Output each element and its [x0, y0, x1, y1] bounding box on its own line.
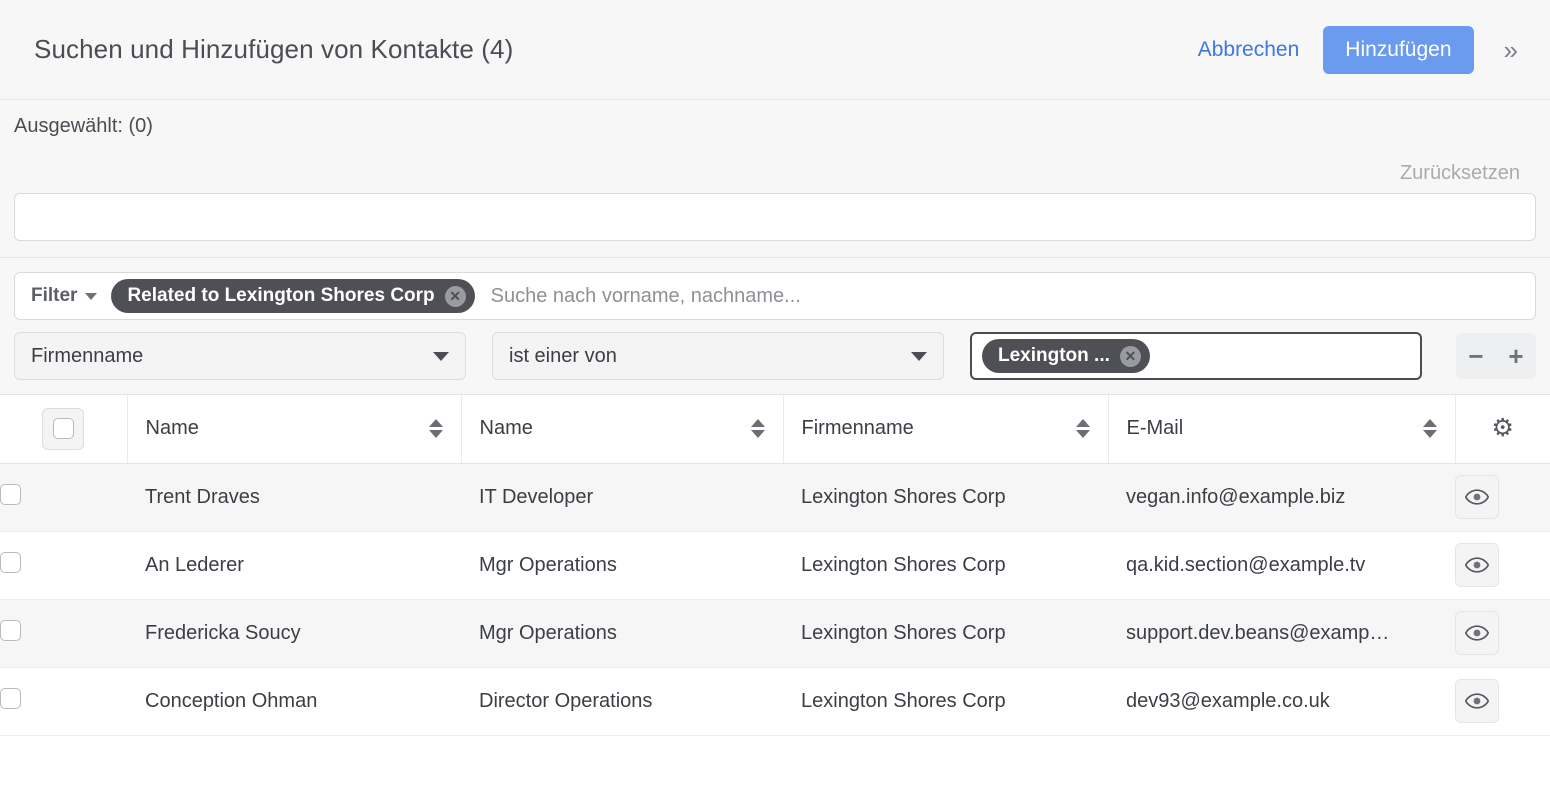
sort-icon[interactable] — [1075, 419, 1090, 439]
cell-title: Director Operations — [461, 667, 783, 736]
chevron-down-icon — [433, 351, 449, 361]
column-header-label: E-Mail — [1126, 417, 1184, 440]
cell-email: support.dev.beans@examp… — [1108, 599, 1455, 668]
cell-title: Mgr Operations — [461, 599, 783, 668]
chevron-down-icon — [911, 351, 927, 361]
column-header-email[interactable]: E-Mail — [1108, 395, 1456, 464]
row-select-cell — [0, 463, 127, 532]
row-checkbox[interactable] — [0, 551, 21, 573]
condition-row: Firmenname ist einer von Lexington ... ✕… — [0, 320, 1550, 395]
row-action-cell — [1455, 463, 1550, 532]
remove-condition-button[interactable]: − — [1468, 343, 1483, 369]
row-select-cell — [0, 667, 127, 736]
chevron-down-icon — [85, 292, 98, 300]
column-header-name[interactable]: Name — [127, 395, 462, 464]
condition-value-chip[interactable]: Lexington ... ✕ — [982, 339, 1150, 373]
select-all-header — [0, 395, 128, 464]
selected-count-bar: Ausgewählt: (0) — [0, 100, 1550, 153]
table-row[interactable]: Trent Draves IT Developer Lexington Shor… — [0, 463, 1550, 532]
select-all-checkbox[interactable] — [52, 418, 74, 440]
preview-eye-icon[interactable] — [1455, 611, 1499, 655]
condition-field-select[interactable]: Firmenname — [14, 332, 466, 380]
condition-field-value: Firmenname — [31, 344, 144, 367]
row-action-cell — [1455, 531, 1550, 600]
filter-dropdown-button[interactable]: Filter — [15, 273, 111, 319]
cell-name: An Lederer — [127, 531, 461, 600]
condition-operator-value: ist einer von — [509, 344, 617, 367]
add-button[interactable]: Hinzufügen — [1323, 25, 1474, 74]
cell-title: IT Developer — [461, 463, 783, 532]
sort-icon[interactable] — [750, 419, 765, 439]
cell-company: Lexington Shores Corp — [783, 599, 1108, 668]
cell-name: Fredericka Soucy — [127, 599, 461, 668]
table-row[interactable]: Fredericka Soucy Mgr Operations Lexingto… — [0, 599, 1550, 668]
row-select-cell — [0, 599, 127, 668]
column-header-title[interactable]: Name — [461, 395, 784, 464]
filter-row: Filter Related to Lexington Shores Corp … — [0, 257, 1550, 320]
sort-icon[interactable] — [428, 419, 443, 439]
cell-company: Lexington Shores Corp — [783, 667, 1108, 736]
table-row[interactable]: An Lederer Mgr Operations Lexington Shor… — [0, 531, 1550, 600]
column-header-company[interactable]: Firmenname — [783, 395, 1109, 464]
add-condition-button[interactable]: + — [1508, 343, 1523, 369]
column-header-label: Name — [479, 417, 533, 440]
cell-name: Trent Draves — [127, 463, 461, 532]
cell-email: dev93@example.co.uk — [1108, 667, 1455, 736]
table-header: Name Name Firmenname E-Mail ⚙ — [0, 395, 1550, 464]
top-search-input[interactable] — [14, 193, 1536, 241]
cell-name: Conception Ohman — [127, 667, 461, 736]
column-header-label: Firmenname — [801, 417, 914, 440]
header-actions: Abbrechen Hinzufügen » — [1196, 25, 1520, 74]
cell-title: Mgr Operations — [461, 531, 783, 600]
condition-value-chip-remove-icon[interactable]: ✕ — [1119, 345, 1141, 367]
condition-operator-select[interactable]: ist einer von — [492, 332, 944, 380]
table-row[interactable]: Conception Ohman Director Operations Lex… — [0, 667, 1550, 736]
row-action-cell — [1455, 667, 1550, 736]
cell-company: Lexington Shores Corp — [783, 463, 1108, 532]
table-body: Trent Draves IT Developer Lexington Shor… — [0, 463, 1550, 736]
add-contacts-dialog: Suchen und Hinzufügen von Kontakte (4) A… — [0, 0, 1550, 786]
table-header-row: Name Name Firmenname E-Mail ⚙ — [0, 395, 1550, 464]
row-select-cell — [0, 531, 127, 600]
top-search-row — [0, 193, 1550, 257]
filter-chip[interactable]: Related to Lexington Shores Corp ✕ — [111, 279, 475, 313]
column-header-label: Name — [145, 417, 199, 440]
cell-company: Lexington Shores Corp — [783, 531, 1108, 600]
preview-eye-icon[interactable] — [1455, 475, 1499, 519]
column-settings-header: ⚙ — [1455, 395, 1550, 464]
sort-icon[interactable] — [1422, 419, 1437, 439]
condition-value-input[interactable]: Lexington ... ✕ — [970, 332, 1422, 380]
reset-link[interactable]: Zurücksetzen — [1400, 162, 1520, 185]
filter-search-input[interactable] — [474, 273, 1535, 319]
filter-chip-remove-icon[interactable]: ✕ — [444, 285, 466, 307]
row-checkbox[interactable] — [0, 483, 21, 505]
selected-count-label: Ausgewählt: (0) — [14, 115, 153, 137]
filter-chip-label: Related to Lexington Shores Corp — [127, 285, 435, 306]
row-action-cell — [1455, 599, 1550, 668]
dialog-header: Suchen und Hinzufügen von Kontakte (4) A… — [0, 0, 1550, 100]
preview-eye-icon[interactable] — [1455, 679, 1499, 723]
contacts-table: Name Name Firmenname E-Mail ⚙ Trent Drav… — [0, 395, 1550, 736]
filter-bar: Filter Related to Lexington Shores Corp … — [14, 272, 1536, 320]
gear-icon[interactable]: ⚙ — [1492, 414, 1514, 442]
row-checkbox[interactable] — [0, 619, 21, 641]
reset-row: Zurücksetzen — [0, 153, 1550, 193]
row-checkbox[interactable] — [0, 687, 21, 709]
page-title: Suchen und Hinzufügen von Kontakte (4) — [34, 34, 514, 64]
cell-email: vegan.info@example.biz — [1108, 463, 1455, 532]
double-chevron-right-icon[interactable]: » — [1496, 37, 1520, 63]
condition-row-controls: − + — [1456, 333, 1536, 379]
cell-email: qa.kid.section@example.tv — [1108, 531, 1455, 600]
select-all-checkbox-button[interactable] — [42, 407, 85, 450]
preview-eye-icon[interactable] — [1455, 543, 1499, 587]
condition-value-chip-label: Lexington ... — [998, 345, 1110, 366]
cancel-button[interactable]: Abbrechen — [1196, 34, 1302, 66]
filter-dropdown-label: Filter — [31, 285, 78, 306]
